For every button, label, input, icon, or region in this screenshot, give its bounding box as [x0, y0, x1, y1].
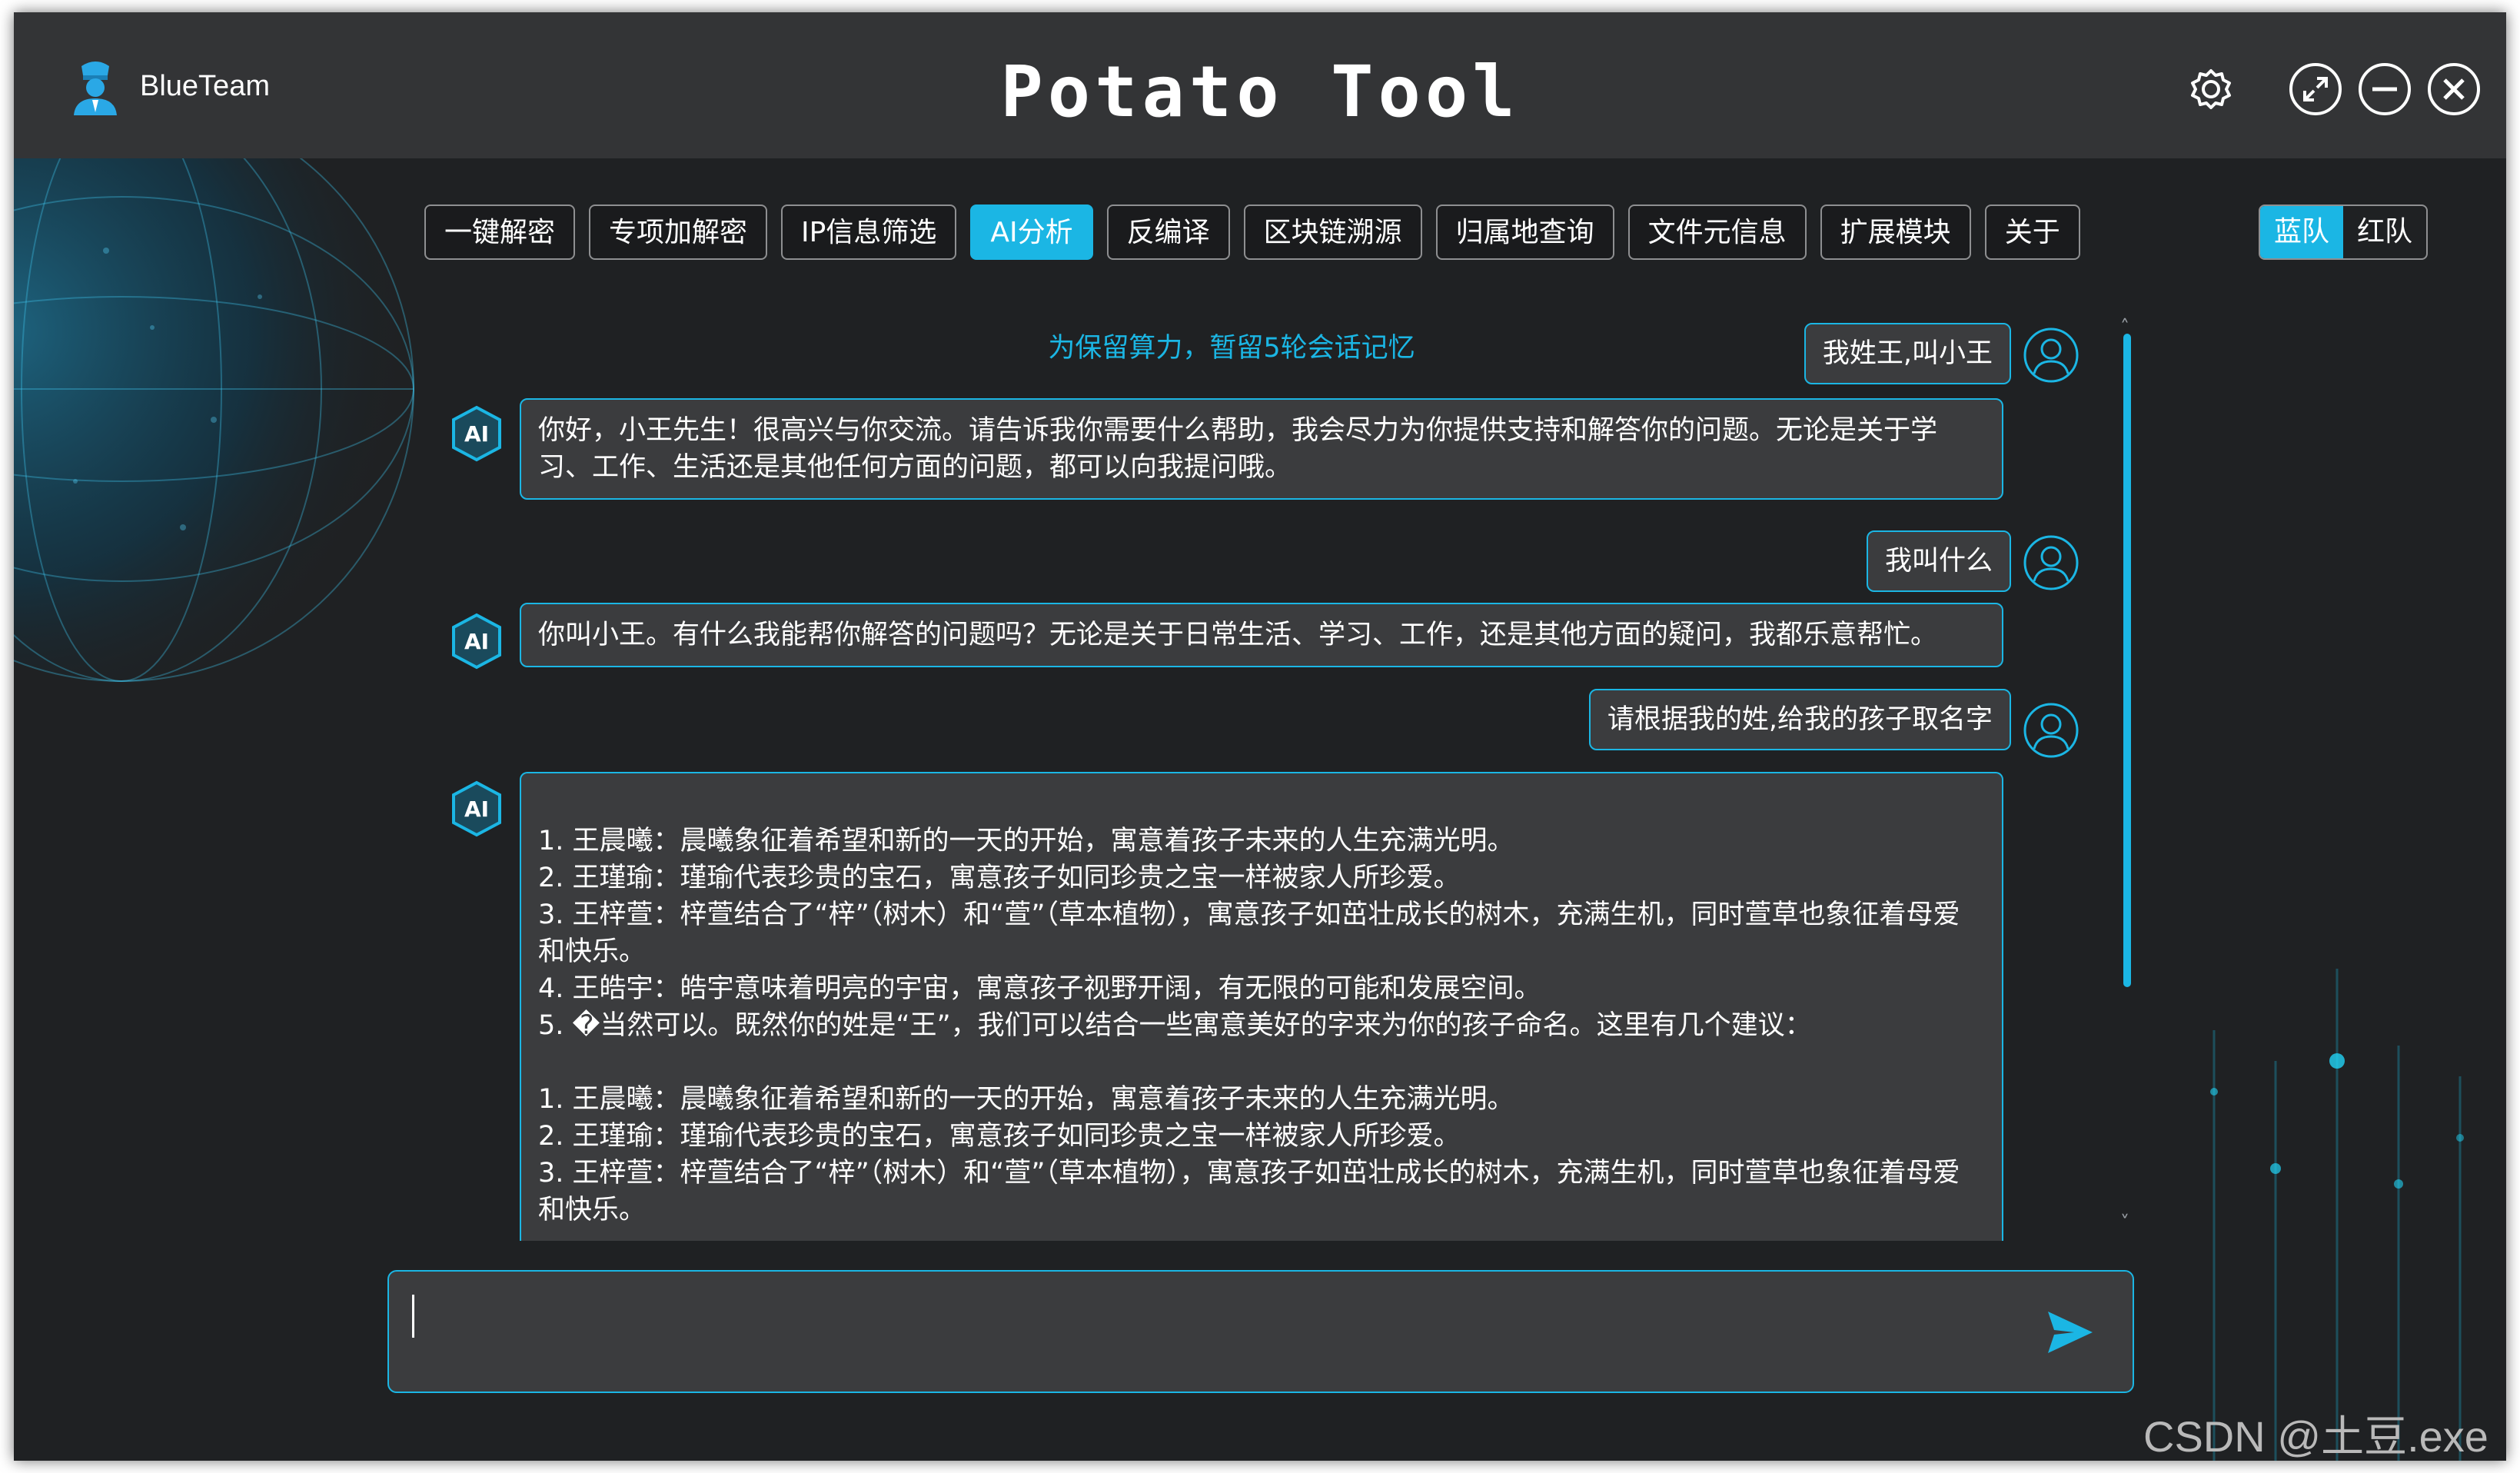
title-bar[interactable]: BlueTeam Potato Tool [14, 12, 2506, 158]
user-avatar-icon [2023, 328, 2079, 383]
watermark: CSDN @土豆.exe [2143, 1412, 2488, 1461]
team-blue-button[interactable]: 蓝队 [2259, 206, 2343, 258]
team-toggle: 蓝队 红队 [2258, 204, 2428, 260]
maximize-icon[interactable] [2286, 60, 2345, 118]
user-message: 请根据我的姓,给我的孩子取名字 [1588, 689, 2011, 750]
user-message: 我姓王,叫小王 [1804, 323, 2011, 384]
close-icon[interactable] [2425, 60, 2483, 118]
chat-scrollbar-thumb[interactable] [2123, 334, 2131, 987]
ai-message: 1. 王晨曦：晨曦象征着希望和新的一天的开始，寓意着孩子未来的人生充满光明。 2… [520, 772, 2003, 1241]
message-text: 你叫小王。有什么我能帮你解答的问题吗？无论是关于日常生活、学习、工作，还是其他方… [538, 620, 1938, 650]
message-text: 我姓王,叫小王 [1822, 338, 1993, 369]
message-text: 1. 王晨曦：晨曦象征着希望和新的一天的开始，寓意着孩子未来的人生充满光明。 2… [538, 826, 1960, 1225]
gear-icon[interactable] [2182, 60, 2240, 118]
main-content: 一键解密 专项加解密 IP信息筛选 AI分析 反编译 区块链溯源 归属地查询 文… [14, 158, 2506, 1461]
window-controls [2182, 60, 2483, 118]
user-avatar-icon [2023, 535, 2079, 590]
scroll-down-arrow[interactable]: ˅ [2120, 1212, 2129, 1233]
ai-message: 你好，小王先生！很高兴与你交流。请告诉我你需要什么帮助，我会尽力为你提供支持和解… [520, 398, 2003, 500]
ai-avatar-label: AI [464, 629, 489, 654]
app-window: BlueTeam Potato Tool 一键解密 专项加解密 IP信息筛选 A… [14, 12, 2506, 1461]
minimize-icon[interactable] [2355, 60, 2414, 118]
ai-message: 你叫小王。有什么我能帮你解答的问题吗？无论是关于日常生活、学习、工作，还是其他方… [520, 603, 2003, 667]
ai-avatar-icon: AI [452, 613, 501, 670]
user-avatar-icon [2023, 703, 2079, 758]
ai-avatar-icon: AI [452, 780, 501, 837]
ai-avatar-label: AI [464, 421, 489, 447]
memory-notice: 为保留算力，暂留5轮会话记忆 [1048, 333, 1415, 364]
ai-avatar-label: AI [464, 796, 489, 822]
globe-background [14, 158, 414, 682]
message-text: 我叫什么 [1884, 546, 1993, 577]
team-red-button[interactable]: 红队 [2343, 206, 2426, 258]
ai-avatar-icon: AI [452, 405, 501, 462]
chat-panel: 为保留算力，暂留5轮会话记忆 我姓王,叫小王 AI 你好，小王先生！很高兴与你交… [424, 158, 2085, 1241]
message-text: 请根据我的姓,给我的孩子取名字 [1607, 704, 1993, 735]
message-input-box [387, 1270, 2134, 1393]
message-input[interactable] [412, 1287, 2030, 1373]
circuit-background [2210, 969, 2464, 1461]
message-text: 你好，小王先生！很高兴与你交流。请告诉我你需要什么帮助，我会尽力为你提供支持和解… [538, 415, 1938, 483]
app-title: Potato Tool [1000, 51, 1520, 133]
user-message: 我叫什么 [1866, 530, 2011, 592]
send-icon[interactable] [2043, 1305, 2097, 1359]
